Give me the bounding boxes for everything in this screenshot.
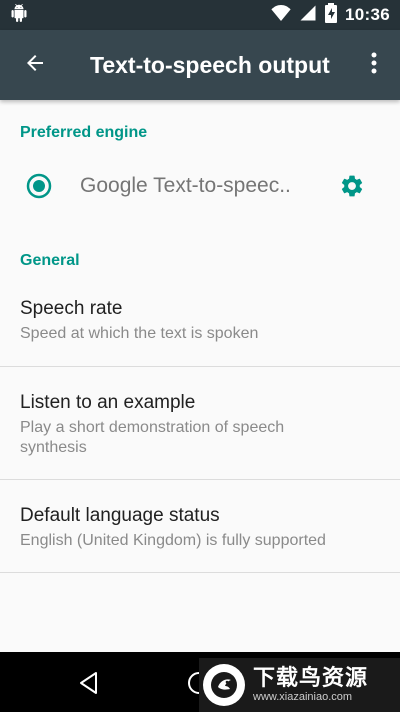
back-button[interactable] bbox=[0, 30, 70, 100]
radio-selected-icon[interactable] bbox=[26, 173, 52, 199]
pref-listen-example[interactable]: Listen to an example Play a short demons… bbox=[0, 391, 400, 458]
more-options-button[interactable] bbox=[362, 52, 386, 78]
engine-name: Google Text-to-speec.. bbox=[80, 174, 291, 197]
signal-icon bbox=[299, 4, 317, 27]
gear-icon[interactable] bbox=[339, 173, 365, 199]
watermark-text: 下载鸟资源 bbox=[253, 665, 369, 690]
nav-back-button[interactable] bbox=[76, 670, 102, 696]
section-header-general: General bbox=[20, 252, 80, 269]
pref-default-language-status[interactable]: Default language status English (United … bbox=[0, 504, 400, 551]
bird-logo-icon bbox=[203, 664, 245, 706]
back-arrow-icon bbox=[23, 51, 47, 80]
pref-title: Speech rate bbox=[20, 298, 123, 319]
status-bar: 10:36 bbox=[0, 0, 400, 30]
status-time: 10:36 bbox=[345, 5, 390, 24]
pref-summary: Play a short demonstration of speech syn… bbox=[20, 419, 285, 456]
pref-summary: English (United Kingdom) is fully suppor… bbox=[20, 532, 326, 549]
engine-row-google[interactable]: Google Text-to-speec.. bbox=[0, 156, 400, 216]
section-header-preferred-engine: Preferred engine bbox=[20, 124, 148, 141]
pref-speech-rate[interactable]: Speech rate Speed at which the text is s… bbox=[0, 297, 400, 344]
battery-charging-icon bbox=[325, 2, 338, 28]
app-bar: Text-to-speech output bbox=[0, 30, 400, 100]
watermark-badge: 下载鸟资源 www.xiazainiao.com bbox=[199, 658, 400, 712]
divider bbox=[0, 479, 400, 480]
page-title: Text-to-speech output bbox=[90, 51, 330, 78]
pref-title: Default language status bbox=[20, 505, 220, 526]
pref-title: Listen to an example bbox=[20, 392, 196, 413]
more-vert-icon bbox=[371, 52, 377, 79]
wifi-icon bbox=[271, 4, 291, 26]
watermark-url: www.xiazainiao.com bbox=[253, 691, 353, 703]
divider bbox=[0, 366, 400, 367]
pref-summary: Speed at which the text is spoken bbox=[20, 325, 259, 342]
divider bbox=[0, 572, 400, 573]
android-icon bbox=[10, 3, 28, 27]
